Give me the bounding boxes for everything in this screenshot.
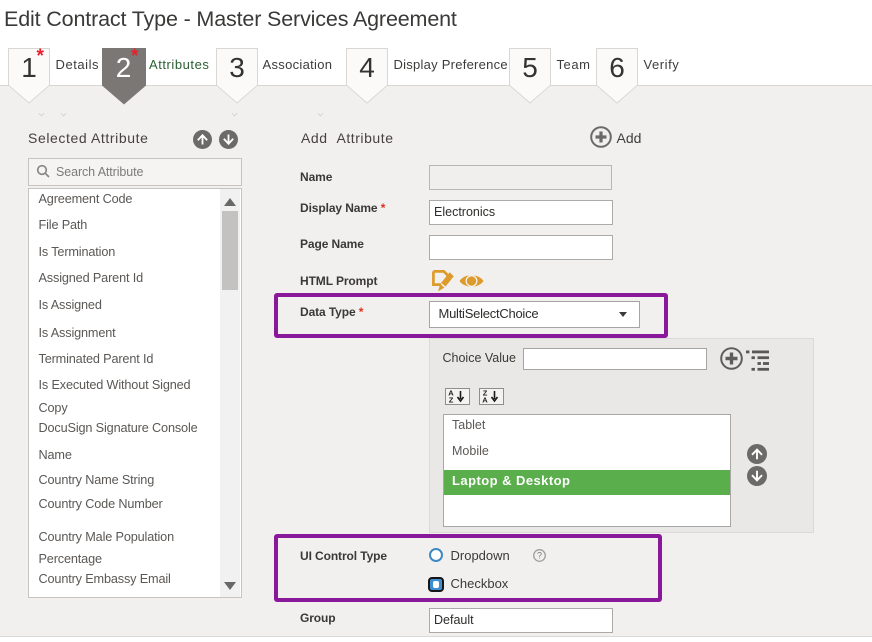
svg-text:A: A (482, 396, 488, 405)
svg-text:?: ? (536, 550, 541, 560)
svg-text:Z: Z (449, 396, 454, 405)
